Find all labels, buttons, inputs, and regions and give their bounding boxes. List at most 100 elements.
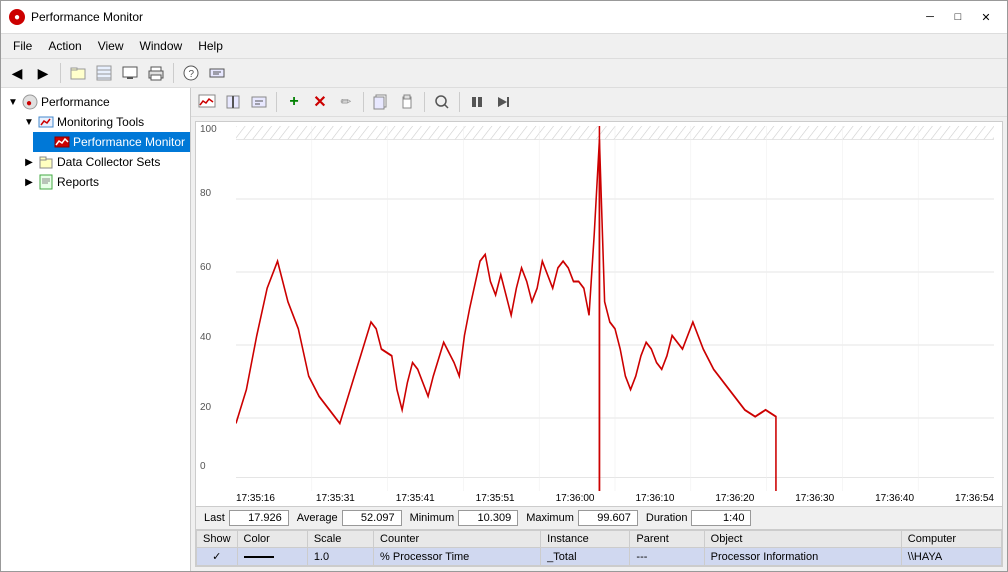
col-computer: Computer bbox=[901, 531, 1001, 548]
x-label-4: 17:36:00 bbox=[556, 493, 595, 504]
zoom-button[interactable] bbox=[430, 90, 454, 114]
tree-toggle-data[interactable]: ▶ bbox=[21, 154, 37, 170]
toolbar-btn-help[interactable]: ? bbox=[179, 61, 203, 85]
graph-toolbar: + ✕ ✏ bbox=[191, 88, 1007, 117]
counter-scale: 1.0 bbox=[307, 548, 373, 566]
window-controls: ─ □ ✕ bbox=[917, 7, 999, 27]
x-label-3: 17:35:51 bbox=[476, 493, 515, 504]
pause-button[interactable] bbox=[465, 90, 489, 114]
stat-last: Last 17.926 bbox=[204, 510, 289, 526]
menu-bar: File Action View Window Help bbox=[1, 34, 1007, 59]
sidebar-item-performance[interactable]: ▼ ● Performance bbox=[1, 92, 190, 112]
tree-toggle-reports[interactable]: ▶ bbox=[21, 174, 37, 190]
x-label-0: 17:35:16 bbox=[236, 493, 275, 504]
tree-toggle-perf-monitor bbox=[37, 134, 53, 150]
back-button[interactable]: ◀ bbox=[5, 61, 29, 85]
title-bar-left: ● Performance Monitor bbox=[9, 9, 143, 25]
col-show: Show bbox=[197, 531, 238, 548]
monitoring-icon bbox=[37, 114, 55, 130]
sidebar-item-reports[interactable]: ▶ Reports bbox=[17, 172, 190, 192]
menu-window[interactable]: Window bbox=[132, 36, 191, 56]
close-button[interactable]: ✕ bbox=[973, 7, 999, 27]
copy-properties-button[interactable] bbox=[369, 90, 393, 114]
col-object: Object bbox=[704, 531, 901, 548]
main-content: ▼ ● Performance ▼ Monit bbox=[1, 88, 1007, 571]
toolbar-btn-print[interactable] bbox=[144, 61, 168, 85]
x-label-6: 17:36:20 bbox=[715, 493, 754, 504]
stat-average: Average 52.097 bbox=[297, 510, 402, 526]
main-window: ● Performance Monitor ─ □ ✕ File Action … bbox=[0, 0, 1008, 572]
y-label-80: 80 bbox=[200, 188, 211, 199]
performance-chart bbox=[236, 126, 994, 491]
counter-computer: \\HAYA bbox=[901, 548, 1001, 566]
reports-icon bbox=[37, 174, 55, 190]
minimize-button[interactable]: ─ bbox=[917, 7, 943, 27]
sidebar-item-perf-monitor[interactable]: Performance Monitor bbox=[33, 132, 190, 152]
tree-toggle-performance[interactable]: ▼ bbox=[5, 94, 21, 110]
x-label-1: 17:35:31 bbox=[316, 493, 355, 504]
highlight-button[interactable]: ✏ bbox=[334, 90, 358, 114]
stat-maximum: Maximum 99.607 bbox=[526, 510, 638, 526]
toolbar-btn-folder[interactable] bbox=[66, 61, 90, 85]
col-parent: Parent bbox=[630, 531, 704, 548]
stat-duration: Duration 1:40 bbox=[646, 510, 752, 526]
delete-counter-button[interactable]: ✕ bbox=[308, 90, 332, 114]
app-icon: ● bbox=[9, 9, 25, 25]
counter-table: Show Color Scale Counter Instance Parent… bbox=[196, 530, 1002, 566]
minimum-value: 10.309 bbox=[458, 510, 518, 526]
main-toolbar: ◀ ▶ ? bbox=[1, 59, 1007, 88]
menu-action[interactable]: Action bbox=[40, 36, 89, 56]
duration-label: Duration bbox=[646, 512, 688, 524]
sidebar: ▼ ● Performance ▼ Monit bbox=[1, 88, 191, 571]
counter-name: % Processor Time bbox=[374, 548, 541, 566]
forward-button[interactable]: ▶ bbox=[31, 61, 55, 85]
last-value: 17.926 bbox=[229, 510, 289, 526]
toolbar-btn-properties[interactable] bbox=[205, 61, 229, 85]
x-label-2: 17:35:41 bbox=[396, 493, 435, 504]
add-counter-button[interactable]: + bbox=[282, 90, 306, 114]
x-label-9: 17:36:54 bbox=[955, 493, 994, 504]
counter-parent: --- bbox=[630, 548, 704, 566]
y-label-100: 100 bbox=[200, 124, 217, 135]
paste-counter-button[interactable] bbox=[395, 90, 419, 114]
y-label-20: 20 bbox=[200, 402, 211, 413]
x-label-5: 17:36:10 bbox=[635, 493, 674, 504]
col-counter: Counter bbox=[374, 531, 541, 548]
performance-label: Performance bbox=[41, 95, 110, 109]
properties-button[interactable] bbox=[247, 90, 271, 114]
performance-icon: ● bbox=[21, 94, 39, 110]
data-collector-icon bbox=[37, 154, 55, 170]
maximum-label: Maximum bbox=[526, 512, 574, 524]
y-label-40: 40 bbox=[200, 332, 211, 343]
data-collector-label: Data Collector Sets bbox=[57, 155, 160, 169]
counter-show[interactable]: ✓ bbox=[197, 548, 238, 566]
x-label-7: 17:36:30 bbox=[795, 493, 834, 504]
toolbar-btn-list[interactable] bbox=[92, 61, 116, 85]
title-bar: ● Performance Monitor ─ □ ✕ bbox=[1, 1, 1007, 34]
freeze-display-button[interactable] bbox=[221, 90, 245, 114]
menu-help[interactable]: Help bbox=[190, 36, 231, 56]
graph-area: 100 80 60 40 20 0 bbox=[195, 121, 1003, 567]
sidebar-item-data-collector[interactable]: ▶ Data Collector Sets bbox=[17, 152, 190, 172]
col-color: Color bbox=[237, 531, 307, 548]
chart-type-button[interactable] bbox=[195, 90, 219, 114]
menu-view[interactable]: View bbox=[90, 36, 132, 56]
perf-monitor-label: Performance Monitor bbox=[73, 135, 185, 149]
toolbar-btn-monitor[interactable] bbox=[118, 61, 142, 85]
table-row[interactable]: ✓ 1.0 % Processor Time _Total --- Proces… bbox=[197, 548, 1002, 566]
chart-line bbox=[236, 140, 776, 491]
svg-text:?: ? bbox=[189, 69, 195, 80]
chart-container: 100 80 60 40 20 0 bbox=[196, 122, 1002, 491]
last-label: Last bbox=[204, 512, 225, 524]
menu-file[interactable]: File bbox=[5, 36, 40, 56]
sidebar-item-monitoring-tools[interactable]: ▼ Monitoring Tools bbox=[17, 112, 190, 132]
counter-object: Processor Information bbox=[704, 548, 901, 566]
next-frame-button[interactable] bbox=[491, 90, 515, 114]
counter-table-section: Show Color Scale Counter Instance Parent… bbox=[196, 529, 1002, 566]
tree-toggle-monitoring[interactable]: ▼ bbox=[21, 114, 37, 130]
right-panel: + ✕ ✏ bbox=[191, 88, 1007, 571]
window-title: Performance Monitor bbox=[31, 10, 143, 24]
duration-value: 1:40 bbox=[691, 510, 751, 526]
average-value: 52.097 bbox=[342, 510, 402, 526]
maximize-button[interactable]: □ bbox=[945, 7, 971, 27]
